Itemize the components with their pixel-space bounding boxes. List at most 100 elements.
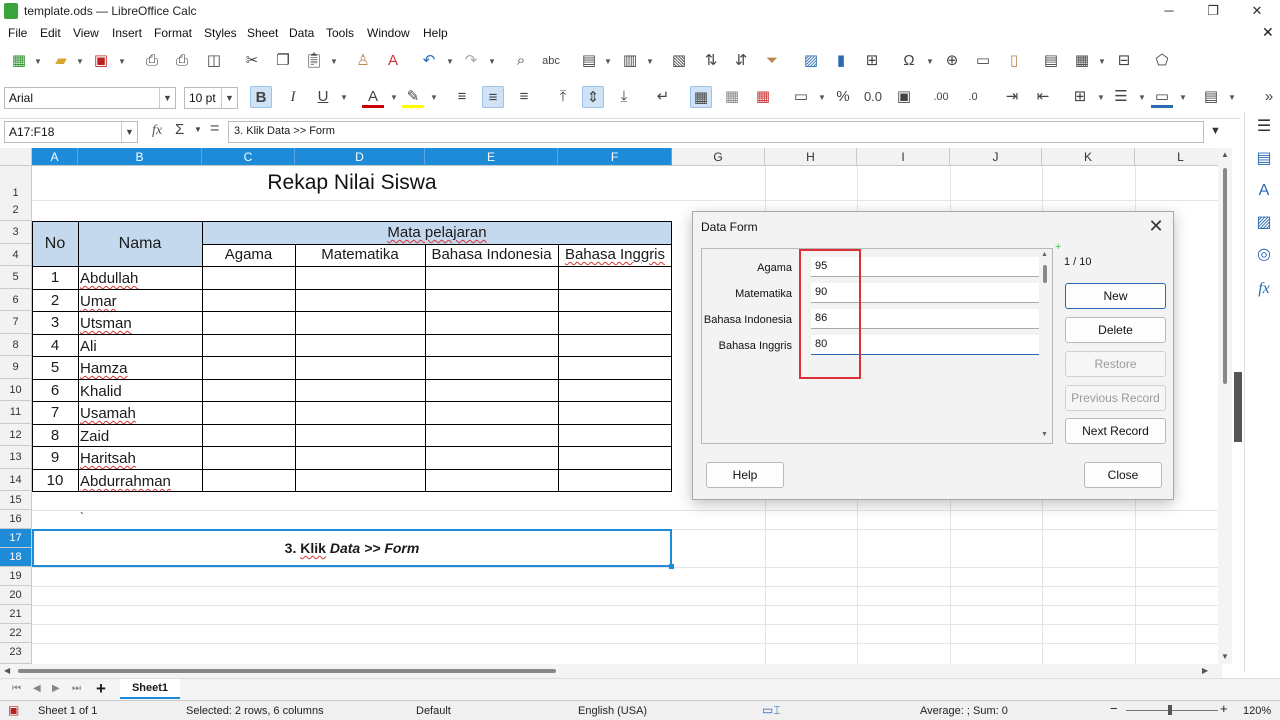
last-sheet-icon[interactable]: ⏭ <box>72 683 81 694</box>
menu-view[interactable]: View <box>73 26 99 40</box>
decrease-indent-icon[interactable]: ⇤ <box>1032 86 1054 108</box>
row-header[interactable]: 12 <box>0 424 32 446</box>
chevron-down-icon[interactable]: ▼ <box>330 58 338 66</box>
menu-sheet[interactable]: Sheet <box>247 26 278 40</box>
functions-icon[interactable]: fx <box>1253 278 1275 300</box>
merge-center-icon[interactable]: ▦ <box>690 86 712 108</box>
chevron-down-icon[interactable]: ▼ <box>1179 94 1187 102</box>
row-header[interactable]: 7 <box>0 311 32 334</box>
menu-file[interactable]: File <box>8 26 27 40</box>
hamburger-menu-icon[interactable]: ☰ <box>1253 116 1275 138</box>
print-icon[interactable]: ⎙ <box>171 50 193 72</box>
percent-format-icon[interactable]: % <box>832 86 854 108</box>
input-line[interactable]: 3. Klik Data >> Form <box>228 121 1204 143</box>
font-size-combo[interactable]: 10 pt ▼ <box>184 87 238 109</box>
scrollbar-thumb[interactable] <box>18 669 556 673</box>
dialog-close-icon[interactable]: ✕ <box>1145 215 1167 237</box>
undo-icon[interactable]: ↶ <box>418 50 440 72</box>
split-window-icon[interactable]: ⊟ <box>1113 50 1135 72</box>
find-replace-icon[interactable]: ⌕ <box>510 50 532 72</box>
scroll-down-icon[interactable]: ▼ <box>1041 431 1048 438</box>
chevron-down-icon[interactable]: ▼ <box>390 94 398 102</box>
chevron-down-icon[interactable]: ▼ <box>446 58 454 66</box>
function-wizard-icon[interactable]: fx <box>152 123 162 139</box>
row-icon[interactable]: ▤ <box>578 50 600 72</box>
clone-formatting-icon[interactable]: ♙ <box>352 50 374 72</box>
chevron-down-icon[interactable]: ▼ <box>926 58 934 66</box>
close-document-icon[interactable]: ✕ <box>1262 24 1274 41</box>
freeze-rows-columns-icon[interactable]: ▦ <box>1071 50 1093 72</box>
row-header[interactable]: 13 <box>0 446 32 469</box>
menu-window[interactable]: Window <box>367 26 410 40</box>
row-header[interactable]: 2 <box>0 200 32 221</box>
borders-icon[interactable]: ⊞ <box>1069 86 1091 108</box>
window-close-button[interactable]: ✕ <box>1242 2 1272 20</box>
menu-edit[interactable]: Edit <box>40 26 61 40</box>
scroll-up-icon[interactable]: ▲ <box>1041 251 1048 258</box>
merge-cells-icon[interactable]: ▦ <box>721 86 743 108</box>
scroll-down-icon[interactable]: ▼ <box>1221 652 1229 661</box>
chevron-down-icon[interactable]: ▼ <box>646 58 654 66</box>
spelling-icon[interactable]: abc <box>540 50 562 72</box>
insert-image-icon[interactable]: ▨ <box>800 50 822 72</box>
gallery-icon[interactable]: ▨ <box>1253 212 1275 234</box>
currency-format-icon[interactable]: ▭ <box>790 86 812 108</box>
selection-mode-icon[interactable]: ▭⌶ <box>762 703 781 718</box>
document-modified-icon[interactable]: ▣ <box>8 703 19 717</box>
formula-icon[interactable]: = <box>210 120 219 138</box>
sort-ascending-icon[interactable]: ⇅ <box>700 50 722 72</box>
new-record-button[interactable]: New <box>1065 283 1166 309</box>
sum-icon[interactable]: Σ <box>175 121 184 138</box>
more-options-icon[interactable]: » <box>1258 86 1280 108</box>
zoom-level[interactable]: 120% <box>1243 705 1271 717</box>
panel-scrollbar[interactable]: ▲ ▼ <box>1040 251 1050 441</box>
row-header[interactable]: 17 <box>0 529 32 548</box>
date-format-icon[interactable]: ▣ <box>893 86 915 108</box>
align-right-icon[interactable]: ≡ <box>513 86 535 108</box>
vertical-scrollbar[interactable]: ▲ ▼ <box>1218 148 1232 664</box>
align-left-icon[interactable]: ≡ <box>451 86 473 108</box>
menu-insert[interactable]: Insert <box>112 26 142 40</box>
column-header[interactable]: H <box>765 148 857 166</box>
scrollbar-thumb[interactable] <box>1223 168 1227 384</box>
zoom-slider-thumb[interactable] <box>1168 705 1172 715</box>
autofilter-standard-icon[interactable]: ▧ <box>668 50 690 72</box>
chevron-down-icon[interactable]: ▼ <box>430 94 438 102</box>
redo-icon[interactable]: ↷ <box>460 50 482 72</box>
help-button[interactable]: Help <box>706 462 784 488</box>
horizontal-scrollbar[interactable]: ◀ ▶ <box>0 664 1222 678</box>
chevron-down-icon[interactable]: ▼ <box>818 94 826 102</box>
row-header[interactable]: 11 <box>0 401 32 424</box>
menu-help[interactable]: Help <box>423 26 448 40</box>
new-document-icon[interactable]: ▦ <box>8 50 30 72</box>
page-style[interactable]: Default <box>416 705 451 717</box>
row-header[interactable]: 3 <box>0 221 32 244</box>
name-box[interactable]: A17:F18 ▼ <box>4 121 138 143</box>
row-header[interactable]: 9 <box>0 356 32 379</box>
chevron-down-icon[interactable]: ▼ <box>340 94 348 102</box>
row-header[interactable]: 23 <box>0 643 32 664</box>
first-sheet-icon[interactable]: ⏮ <box>12 683 21 694</box>
conditional-format-icon[interactable]: ▤ <box>1200 86 1222 108</box>
language-status[interactable]: English (USA) <box>578 705 647 717</box>
open-folder-icon[interactable]: ▰ <box>50 50 72 72</box>
paste-icon[interactable]: 📋︎ <box>303 50 325 72</box>
align-center-icon[interactable]: ≡ <box>482 86 504 108</box>
chevron-down-icon[interactable]: ▼ <box>488 58 496 66</box>
zoom-slider[interactable] <box>1126 710 1218 711</box>
chevron-down-icon[interactable]: ▼ <box>121 122 137 142</box>
column-header[interactable]: G <box>672 148 765 166</box>
border-color-icon[interactable]: ▭ <box>1151 86 1173 108</box>
wrap-text-icon[interactable]: ↵ <box>652 86 674 108</box>
autofilter-icon[interactable]: ⏷ <box>761 50 783 72</box>
previous-record-button[interactable]: Previous Record <box>1065 385 1166 411</box>
align-top-icon[interactable]: ⤒ <box>552 86 574 108</box>
restore-button[interactable]: Restore <box>1065 351 1166 377</box>
menu-tools[interactable]: Tools <box>326 26 354 40</box>
column-header[interactable]: D <box>295 148 425 166</box>
column-header[interactable]: J <box>950 148 1042 166</box>
row-header[interactable]: 22 <box>0 624 32 643</box>
chevron-down-icon[interactable]: ▼ <box>1228 94 1236 102</box>
cut-icon[interactable]: ✂ <box>241 50 263 72</box>
export-pdf-icon[interactable]: ⎙ <box>141 50 163 72</box>
